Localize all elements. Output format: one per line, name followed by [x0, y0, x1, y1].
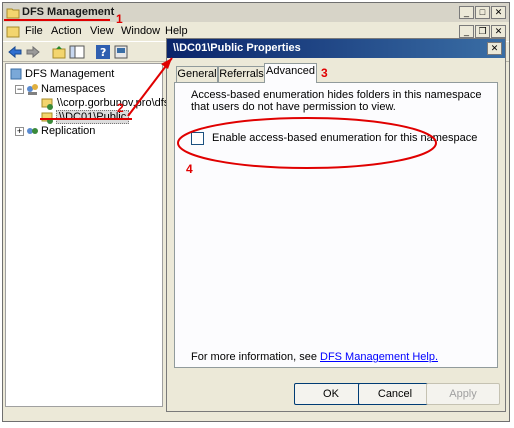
annotation-overlay — [4, 19, 437, 169]
annotation-ellipse — [177, 117, 437, 169]
annotation-label-3: 3 — [321, 66, 328, 80]
annotation-label-1: 1 — [116, 12, 123, 26]
tab-advanced[interactable]: Advanced — [264, 63, 317, 83]
annotation-arrowhead — [161, 58, 172, 69]
annotation-label-4: 4 — [186, 162, 193, 176]
annotation-label-2: 2 — [117, 101, 124, 115]
